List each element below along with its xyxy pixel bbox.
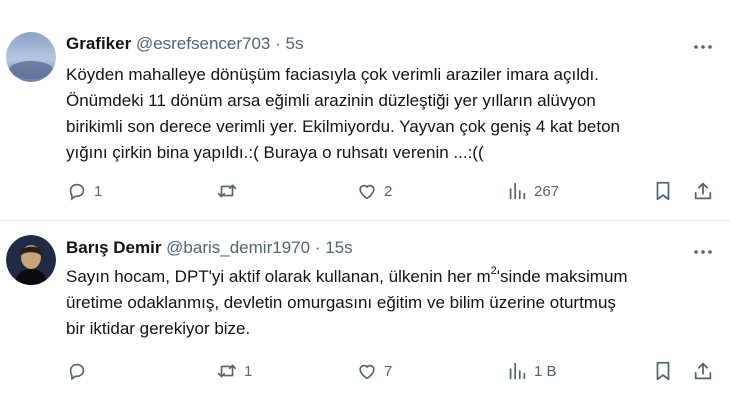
tweet-text-segment: Sayın hocam, DPT'yi aktif olarak kullana… (66, 267, 491, 286)
author-handle[interactable]: @esrefsencer703 (136, 34, 270, 53)
more-icon[interactable] (692, 38, 714, 56)
like-icon (356, 360, 378, 382)
tweet-text-line: bir iktidar gerekiyor bize. (66, 319, 251, 338)
tweet-actions: 1 7 1 B (66, 359, 716, 383)
like-count: 2 (384, 182, 393, 200)
views-button[interactable]: 1 B (506, 359, 557, 383)
reply-count: 1 (94, 182, 103, 200)
author-name[interactable]: Grafiker (66, 34, 131, 53)
tweet-text: Sayın hocam, DPT'yi aktif olarak kullana… (66, 264, 716, 342)
like-button[interactable]: 7 (356, 359, 392, 383)
share-icon (692, 360, 714, 382)
bookmark-icon (652, 180, 674, 202)
tweet-text: Köyden mahalleye dönüşüm faciasıyla çok … (66, 62, 716, 166)
tweet-text-line: üretime odaklanmış, devletin omurgasını … (66, 293, 616, 312)
share-button[interactable] (692, 179, 714, 203)
more-icon[interactable] (692, 243, 714, 261)
separator: · (314, 238, 321, 257)
views-count: 267 (534, 182, 560, 200)
tweet-header: Barış Demir @baris_demir1970 · 15s (66, 238, 353, 258)
tweet-text-line: Önümdeki 11 dönüm arsa eğimli arazinin d… (66, 91, 596, 110)
tweet-text-line: Sayın hocam, DPT'yi aktif olarak kullana… (66, 264, 716, 290)
retweet-icon (216, 360, 238, 382)
reply-icon (66, 180, 88, 202)
retweet-button[interactable]: 1 (216, 359, 252, 383)
retweet-icon (216, 180, 238, 202)
like-button[interactable]: 2 (356, 179, 392, 203)
tweet-actions: 1 2 267 (66, 179, 716, 203)
separator: · (275, 34, 281, 53)
avatar[interactable] (6, 32, 56, 82)
tweet-text-line: birikimli son derece verimli yer. Ekilmi… (66, 117, 620, 136)
like-icon (356, 180, 378, 202)
reply-button[interactable]: 1 (66, 179, 102, 203)
superscript: 2 (490, 265, 497, 278)
bookmark-button[interactable] (652, 179, 674, 203)
timestamp[interactable]: 5s (286, 34, 304, 53)
views-icon (506, 360, 528, 382)
tweet-text-line: yığını çirkin bina yapıldı.:( Buraya o r… (66, 143, 484, 162)
like-count: 7 (384, 362, 393, 380)
views-button[interactable]: 267 (506, 179, 559, 203)
timestamp[interactable]: 15s (325, 238, 352, 257)
tweet-text-segment: 'sinde maksimum (496, 267, 628, 286)
bookmark-icon (652, 360, 674, 382)
author-handle[interactable]: @baris_demir1970 (166, 238, 310, 257)
views-icon (506, 180, 528, 202)
tweet-header: Grafiker @esrefsencer703 · 5s (66, 34, 304, 54)
reply-button[interactable] (66, 359, 94, 383)
share-button[interactable] (692, 359, 714, 383)
bookmark-button[interactable] (652, 359, 674, 383)
share-icon (692, 180, 714, 202)
views-count: 1 B (534, 362, 557, 380)
tweet[interactable]: Barış Demir @baris_demir1970 · 15s Sayın… (0, 221, 730, 420)
avatar[interactable] (6, 235, 56, 285)
tweet[interactable]: Grafiker @esrefsencer703 · 5s Köyden mah… (0, 0, 730, 220)
reply-icon (66, 360, 88, 382)
tweet-text-line: Köyden mahalleye dönüşüm faciasıyla çok … (66, 65, 599, 84)
author-name[interactable]: Barış Demir (66, 238, 161, 257)
retweet-button[interactable] (216, 179, 244, 203)
retweet-count: 1 (244, 362, 253, 380)
